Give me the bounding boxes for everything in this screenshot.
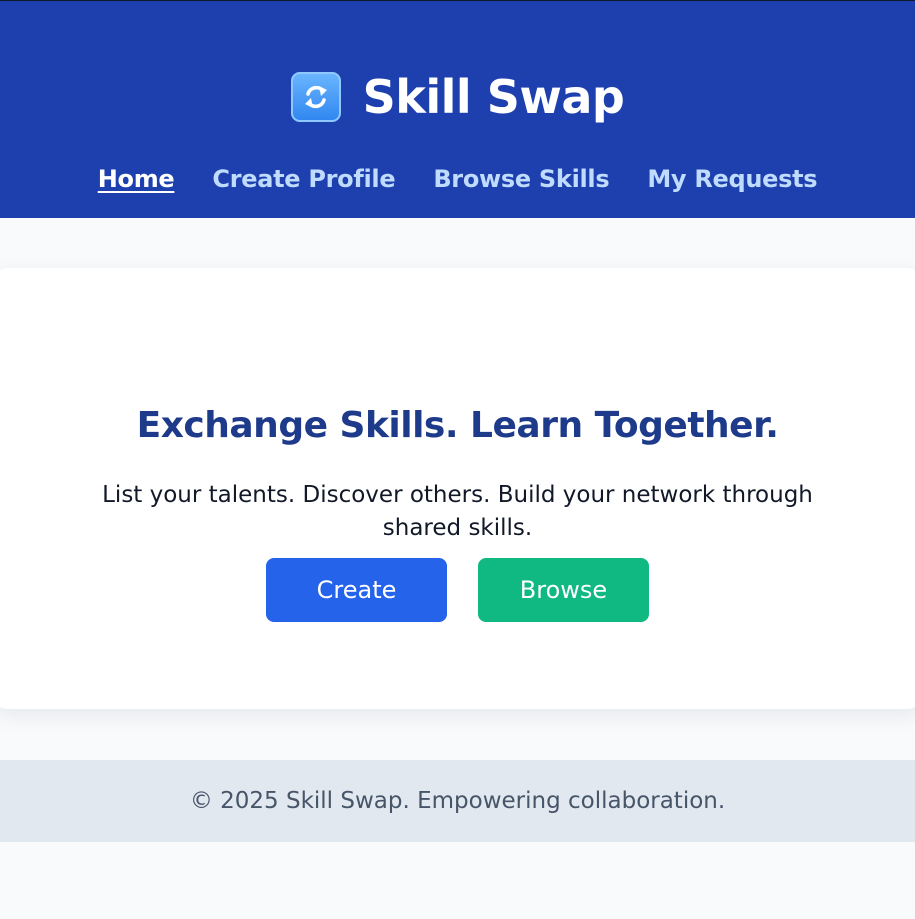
arrows-refresh-icon xyxy=(290,72,341,122)
nav-link-browse-skills[interactable]: Browse Skills xyxy=(433,161,609,197)
nav-link-my-requests[interactable]: My Requests xyxy=(647,161,817,197)
browse-skills-button[interactable]: Browse Skills xyxy=(478,558,649,668)
hero-title: Exchange Skills. Learn Together. xyxy=(136,405,779,447)
nav-link-create-profile[interactable]: Create Profile xyxy=(212,161,395,197)
site-footer: © 2025 Skill Swap. Empowering collaborat… xyxy=(0,760,915,842)
main-nav: Home Create Profile Browse Skills My Req… xyxy=(0,161,915,197)
site-header: Skill Swap Home Create Profile Browse Sk… xyxy=(0,0,915,218)
hero-card: Exchange Skills. Learn Together. List yo… xyxy=(0,268,915,709)
hero-subtitle: List your talents. Discover others. Buil… xyxy=(102,482,813,541)
hero-actions: Create Profile Browse Skills xyxy=(0,558,915,668)
nav-link-home[interactable]: Home xyxy=(98,161,175,197)
brand[interactable]: Skill Swap xyxy=(0,69,915,125)
footer-text: © 2025 Skill Swap. Empowering collaborat… xyxy=(189,788,726,814)
site-title: Skill Swap xyxy=(362,70,625,124)
create-profile-button[interactable]: Create Profile xyxy=(266,558,447,668)
